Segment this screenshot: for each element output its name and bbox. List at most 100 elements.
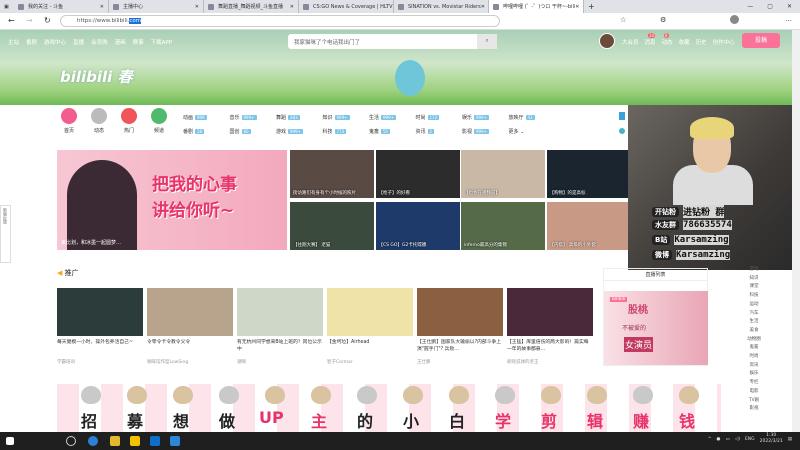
maximize-button[interactable]: ▢ [767, 3, 773, 10]
featured-video[interactable]: 【也会在视频前】 [461, 150, 545, 198]
ad-banner[interactable]: bilibili 股桃 不被爱的 女演员 [604, 291, 708, 365]
category-番剧[interactable]: 番剧 28 [183, 128, 205, 135]
category-国创[interactable]: 国创 60 [230, 128, 251, 135]
windows-start-icon[interactable] [6, 437, 14, 445]
new-tab-button[interactable]: + [584, 0, 598, 13]
profile-icon[interactable] [730, 15, 739, 24]
page-scrollbar[interactable] [792, 30, 800, 432]
uploader-name[interactable]: 智子Cormar [327, 359, 413, 365]
featured-video[interactable]: 街访路们有身有个小时候的照片 [290, 150, 374, 198]
tab-actions-icon[interactable]: ▣ [0, 0, 14, 13]
top-nav-item[interactable]: 漫画 [115, 38, 126, 46]
category-放映厅[interactable]: 放映厅 43 [509, 114, 535, 121]
user-nav-item[interactable]: 收藏 [679, 38, 690, 46]
video-title[interactable]: 令零令卡令教令父令 [147, 339, 233, 353]
video-title[interactable]: 【王仕鹏】国家队大输偷以?内部斗争上演"握手门"? 兵败… [417, 339, 503, 353]
side-category[interactable]: 电影 [744, 388, 764, 397]
uploader-name[interactable]: 学霸培训 [57, 359, 143, 365]
chevron-up-icon[interactable]: ^ [708, 437, 712, 442]
minimize-button[interactable]: — [747, 3, 753, 10]
video-title[interactable]: 【金坷垃】Airhead [327, 339, 413, 353]
category-科技[interactable]: 科技 773 [323, 128, 347, 135]
video-card[interactable]: 令零令卡令教令父令 咖啡馆作型LowSing [147, 288, 233, 365]
top-nav-item[interactable]: 番剧 [26, 38, 37, 46]
close-button[interactable]: ✕ [787, 3, 792, 10]
app-icon[interactable] [130, 436, 140, 446]
category-影视[interactable]: 影视 999+ [462, 128, 490, 135]
side-category[interactable]: 汽车 [744, 310, 764, 319]
tab-2[interactable]: 舞蹈直播_舞蹈视频_斗鱼直播 ✕ [204, 0, 299, 13]
tab-5[interactable]: 哔哩哔哩 (゜-゜)つロ 干杯~-bili ✕ [489, 0, 584, 13]
category-知识[interactable]: 知识 999+ [323, 114, 350, 121]
close-tab-icon[interactable]: ✕ [575, 4, 579, 10]
category-娱乐[interactable]: 娱乐 999+ [462, 114, 490, 121]
search-icon[interactable]: ⌕ [477, 34, 497, 49]
clock[interactable]: 1:30 2022/3/21 [760, 433, 783, 445]
user-nav-item[interactable]: 动态 [662, 38, 673, 46]
upload-icon[interactable] [619, 128, 625, 134]
extensions-icon[interactable]: ⚙ [660, 16, 666, 24]
close-tab-icon[interactable]: ✕ [195, 4, 199, 10]
category-动画[interactable]: 动画 999 [183, 114, 207, 121]
search-taskbar-icon[interactable] [66, 436, 76, 446]
video-card[interactable]: 有无杭州同学想来B站上班的？岗位公示中 潮啊 [237, 288, 323, 365]
category-游戏[interactable]: 游戏 999+ [276, 128, 304, 135]
featured-video[interactable]: 【往期大赛】 老猫 [290, 202, 374, 250]
tab-4[interactable]: SINATION vs. Movistar Riders ✕ [394, 0, 489, 13]
featured-video[interactable]: 【内搭】 高级的小外套 [546, 202, 631, 250]
edge-icon[interactable] [88, 436, 98, 446]
uploader-name[interactable]: 王仕鹏 [417, 359, 503, 365]
video-thumbnail[interactable] [57, 288, 143, 336]
side-category[interactable]: TV剧 [744, 397, 764, 406]
bilibili-logo[interactable]: bilibili 春 [60, 66, 133, 87]
favorites-icon[interactable]: ☆ [620, 16, 626, 24]
tab-1[interactable]: 主播中心 ✕ [109, 0, 204, 13]
side-category[interactable]: 资讯 [744, 362, 764, 371]
refresh-icon[interactable]: ↻ [44, 16, 51, 25]
side-category[interactable]: 鬼畜 [744, 344, 764, 353]
tab-0[interactable]: 我的关注 - 斗鱼 ✕ [14, 0, 109, 13]
network-icon[interactable]: ▭ [725, 437, 729, 442]
category-资讯[interactable]: 资讯 2 [416, 128, 435, 135]
live-list-header[interactable]: 直播列表 [604, 269, 707, 281]
video-thumbnail[interactable] [147, 288, 233, 336]
close-tab-icon[interactable]: ✕ [100, 4, 104, 10]
column-icon[interactable] [619, 112, 625, 120]
user-nav-item[interactable]: 历史 [696, 38, 707, 46]
video-title[interactable]: 每天健模一小时，操外包养活自己~ [57, 339, 143, 353]
user-nav-item[interactable]: 消息 [645, 38, 656, 46]
video-card[interactable]: 【王猛】库里倍伤的两大影响！篇实每一年的故事都悬… 呢呢说球的老王 [507, 288, 593, 365]
top-nav-item[interactable]: 赛事 [133, 38, 144, 46]
video-thumbnail[interactable] [327, 288, 413, 336]
top-nav-item[interactable]: 下载APP [151, 38, 172, 46]
video-card[interactable]: 每天健模一小时，操外包养活自己~ 学霸培训 [57, 288, 143, 365]
quick-2[interactable]: 热门 [117, 108, 141, 134]
category-时尚[interactable]: 时尚 172 [416, 114, 440, 121]
quick-1[interactable]: 动态 [87, 108, 111, 134]
featured-video[interactable]: inferno最高分的集锦 [461, 202, 545, 250]
language-indicator[interactable]: ENG [745, 437, 755, 442]
side-category[interactable]: 科技 [744, 292, 764, 301]
volume-icon[interactable]: ◁) [735, 437, 740, 442]
app-icon-3[interactable] [170, 436, 180, 446]
featured-video[interactable]: 【枪子】的好看 [375, 150, 460, 198]
featured-video[interactable]: 【购物】的是高标 [546, 150, 631, 198]
side-category[interactable]: 知识 [744, 275, 764, 284]
carousel[interactable]: 把我的心事 讲给你听~ 来比划，和冰墨一起圆梦… [57, 150, 287, 250]
category-舞蹈[interactable]: 舞蹈 283 [276, 114, 300, 121]
side-category[interactable]: 专栏 [744, 379, 764, 388]
uploader-name[interactable]: 呢呢说球的老王 [507, 359, 593, 365]
side-category[interactable]: 生活 [744, 318, 764, 327]
video-card[interactable]: 【金坷垃】Airhead 智子Cormar [327, 288, 413, 365]
top-nav-item[interactable]: 直播 [73, 38, 84, 46]
user-nav-item[interactable]: 创作中心 [713, 38, 735, 46]
video-card[interactable]: 【王仕鹏】国家队大输偷以?内部斗争上演"握手门"? 兵败… 王仕鹏 [417, 288, 503, 365]
post-button[interactable]: 投稿 [742, 33, 780, 48]
search-input[interactable]: 我家猫咪了个电话我出门了 ⌕ [288, 34, 497, 49]
video-thumbnail[interactable] [237, 288, 323, 336]
quick-3[interactable]: 频道 [147, 108, 171, 134]
category-更多[interactable]: 更多 ⌄ [509, 128, 525, 135]
feedback-float[interactable]: 新版反馈 [0, 205, 11, 263]
avatar[interactable] [599, 33, 615, 49]
side-category[interactable]: 游戏 [744, 266, 764, 275]
